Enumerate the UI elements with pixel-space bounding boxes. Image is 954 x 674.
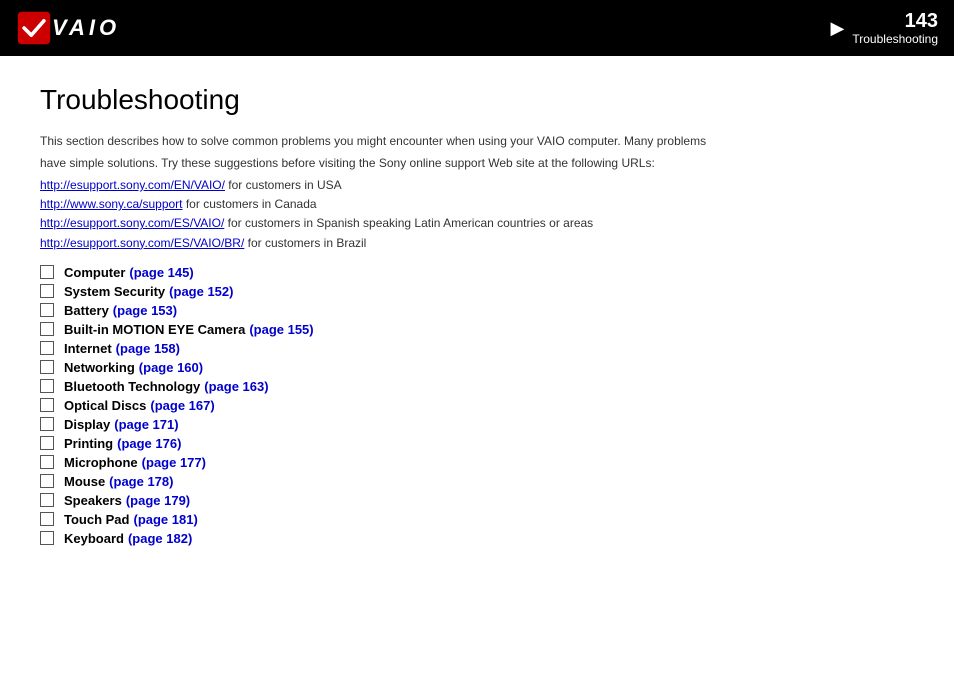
checkbox-icon [40,512,54,526]
intro-line2: have simple solutions. Try these suggest… [40,154,914,172]
page-number: 143 [852,10,938,32]
link-latam-suffix: for customers in Spanish speaking Latin … [224,216,593,230]
link-canada-suffix: for customers in Canada [183,197,317,211]
toc-item: Speakers (page 179) [40,493,914,508]
checkbox-icon [40,303,54,317]
toc-item: Microphone (page 177) [40,455,914,470]
item-pageref[interactable]: (page 178) [109,474,173,489]
item-pageref[interactable]: (page 171) [114,417,178,432]
toc-item: Built-in MOTION EYE Camera (page 155) [40,322,914,337]
checkbox-icon [40,265,54,279]
toc-item: Bluetooth Technology (page 163) [40,379,914,394]
link-line-1: http://esupport.sony.com/EN/VAIO/ for cu… [40,176,914,195]
header: VAIO ▶ 143 Troubleshooting [0,0,954,56]
link-canada[interactable]: http://www.sony.ca/support [40,197,183,211]
toc-item: Touch Pad (page 181) [40,512,914,527]
item-pageref[interactable]: (page 179) [126,493,190,508]
checkbox-icon [40,417,54,431]
item-label: Display [64,417,110,432]
toc-item: Computer (page 145) [40,265,914,280]
toc-item: Keyboard (page 182) [40,531,914,546]
checkbox-icon [40,322,54,336]
link-brazil[interactable]: http://esupport.sony.com/ES/VAIO/BR/ [40,236,244,250]
toc-item: System Security (page 152) [40,284,914,299]
logo-area: VAIO [16,10,120,46]
item-pageref[interactable]: (page 176) [117,436,181,451]
link-line-4: http://esupport.sony.com/ES/VAIO/BR/ for… [40,234,914,253]
link-line-3: http://esupport.sony.com/ES/VAIO/ for cu… [40,214,914,233]
item-label: Microphone [64,455,138,470]
item-label: Touch Pad [64,512,129,527]
item-pageref[interactable]: (page 158) [116,341,180,356]
item-pageref[interactable]: (page 181) [133,512,197,527]
item-label: Built-in MOTION EYE Camera [64,322,245,337]
main-content: Troubleshooting This section describes h… [0,56,954,570]
checkbox-icon [40,341,54,355]
toc-item: Mouse (page 178) [40,474,914,489]
item-label: Speakers [64,493,122,508]
toc-list: Computer (page 145) System Security (page 1… [40,265,914,546]
checkbox-icon [40,455,54,469]
item-pageref[interactable]: (page 160) [139,360,203,375]
header-section: Troubleshooting [852,32,938,46]
item-pageref[interactable]: (page 152) [169,284,233,299]
item-label: Bluetooth Technology [64,379,200,394]
checkbox-icon [40,531,54,545]
item-pageref[interactable]: (page 167) [150,398,214,413]
link-latam[interactable]: http://esupport.sony.com/ES/VAIO/ [40,216,224,230]
checkbox-icon [40,360,54,374]
toc-item: Networking (page 160) [40,360,914,375]
toc-item: Printing (page 176) [40,436,914,451]
link-usa[interactable]: http://esupport.sony.com/EN/VAIO/ [40,178,225,192]
item-label: Printing [64,436,113,451]
item-pageref[interactable]: (page 155) [249,322,313,337]
item-pageref[interactable]: (page 163) [204,379,268,394]
page-title: Troubleshooting [40,84,914,116]
checkbox-icon [40,474,54,488]
intro-line1: This section describes how to solve comm… [40,132,914,150]
item-label: Optical Discs [64,398,146,413]
toc-item: Optical Discs (page 167) [40,398,914,413]
header-right: ▶ 143 Troubleshooting [831,10,938,46]
item-pageref[interactable]: (page 145) [129,265,193,280]
toc-item: Battery (page 153) [40,303,914,318]
header-page-info: 143 Troubleshooting [852,10,938,46]
toc-item: Internet (page 158) [40,341,914,356]
item-pageref[interactable]: (page 153) [113,303,177,318]
item-label: Internet [64,341,112,356]
vaio-check-icon [16,10,52,46]
checkbox-icon [40,398,54,412]
vaio-logo-text: VAIO [52,15,120,41]
item-label: Battery [64,303,109,318]
item-label: System Security [64,284,165,299]
link-brazil-suffix: for customers in Brazil [244,236,366,250]
item-label: Networking [64,360,135,375]
item-label: Mouse [64,474,105,489]
header-arrow-icon: ▶ [831,18,845,39]
item-pageref[interactable]: (page 177) [142,455,206,470]
toc-item: Display (page 171) [40,417,914,432]
item-label: Keyboard [64,531,124,546]
checkbox-icon [40,284,54,298]
checkbox-icon [40,436,54,450]
link-line-2: http://www.sony.ca/support for customers… [40,195,914,214]
support-links: http://esupport.sony.com/EN/VAIO/ for cu… [40,176,914,253]
checkbox-icon [40,379,54,393]
item-pageref[interactable]: (page 182) [128,531,192,546]
checkbox-icon [40,493,54,507]
link-usa-suffix: for customers in USA [225,178,342,192]
item-label: Computer [64,265,125,280]
